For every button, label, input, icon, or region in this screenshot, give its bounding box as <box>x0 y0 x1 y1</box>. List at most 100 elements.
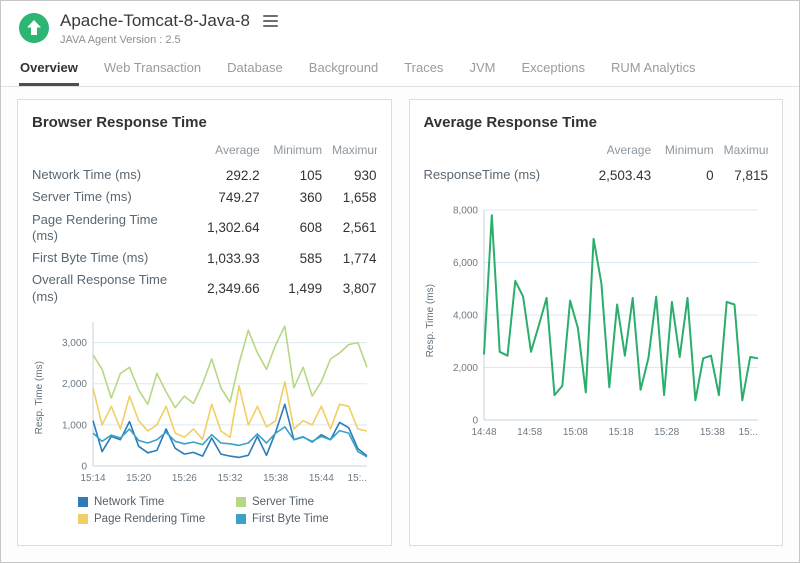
series-responsetime <box>484 216 758 401</box>
metric-label: Network Time (ms) <box>32 164 183 186</box>
series-network-time <box>93 404 367 457</box>
tick-label: 0 <box>472 416 478 427</box>
tick-label: 15:14 <box>80 473 105 484</box>
metric-maximum: 930 <box>322 164 376 186</box>
browser-response-time-chart: 0 1,000 2,000 3,000 15:14 15:20 15:26 15:32 15:3… <box>47 314 377 484</box>
browser-response-time-svg: 0 1,000 2,000 3,000 15:14 15:20 15:26 15:32 15:3… <box>47 314 377 484</box>
app-header: Apache-Tomcat-8-Java-8 JAVA Agent Versio… <box>1 1 799 48</box>
tick-label: 2,000 <box>61 379 86 390</box>
tab-overview[interactable]: Overview <box>19 52 79 86</box>
metric-label: Page Rendering Time (ms) <box>32 209 183 248</box>
panel-title: Average Response Time <box>424 114 769 131</box>
average-response-time-panel: Average Response Time Average Minimum Ma… <box>409 99 784 546</box>
chart-legend: Network Time Server Time Page Rendering Ti… <box>78 496 377 525</box>
legend-item[interactable]: Server Time <box>236 496 377 508</box>
browser-chart-area: Resp. Time (ms) 0 1,000 2,000 3,000 15:14 15:… <box>32 312 377 484</box>
column-header-average: Average <box>575 139 652 164</box>
column-header-minimum: Minimum <box>651 139 713 164</box>
tick-label: 15:28 <box>654 427 679 438</box>
metric-average: 1,033.93 <box>183 247 260 269</box>
browser-response-time-panel: Browser Response Time Average Minimum Ma… <box>17 99 392 546</box>
browser-metrics-table: Average Minimum Maximum Network Time (ms… <box>32 139 377 308</box>
metric-label: Overall Response Time (ms) <box>32 269 183 308</box>
tick-label: 8,000 <box>453 206 478 217</box>
tab-web-transaction[interactable]: Web Transaction <box>103 52 202 86</box>
legend-item[interactable]: First Byte Time <box>236 513 377 525</box>
series-page-rendering-time <box>93 381 367 439</box>
metric-average: 2,349.66 <box>183 269 260 308</box>
tick-label: 14:58 <box>517 427 542 438</box>
tick-label: 15:38 <box>700 427 725 438</box>
tab-background[interactable]: Background <box>308 52 379 86</box>
column-header-average: Average <box>183 139 260 164</box>
average-response-time-chart: 02,0004,0006,0008,00014:4814:5815:0815:1… <box>438 202 768 438</box>
column-header-maximum: Maximum <box>714 139 768 164</box>
tick-label: 15:44 <box>308 473 333 484</box>
tick-label: 14:48 <box>471 427 496 438</box>
page-title: Apache-Tomcat-8-Java-8 <box>60 11 250 31</box>
metric-label: ResponseTime (ms) <box>424 164 575 186</box>
panel-title: Browser Response Time <box>32 114 377 131</box>
tab-traces[interactable]: Traces <box>403 52 444 86</box>
legend-label: First Byte Time <box>252 513 329 525</box>
column-header-maximum: Maximum <box>322 139 376 164</box>
tab-bar: Overview Web Transaction Database Backgr… <box>1 52 799 87</box>
metric-minimum: 105 <box>260 164 322 186</box>
tick-label: 15:26 <box>171 473 196 484</box>
legend-swatch <box>78 497 88 507</box>
tick-label: 0 <box>81 461 87 472</box>
tick-label: 15:20 <box>126 473 151 484</box>
metrics-corner-cell <box>424 139 575 164</box>
tick-label: 15:08 <box>563 427 588 438</box>
tab-database[interactable]: Database <box>226 52 284 86</box>
tick-label: 4,000 <box>453 311 478 322</box>
y-axis-label: Resp. Time (ms) <box>424 202 439 438</box>
metric-average: 2,503.43 <box>575 164 652 186</box>
metric-average: 1,302.64 <box>183 209 260 248</box>
legend-item[interactable]: Network Time <box>78 496 226 508</box>
metric-minimum: 585 <box>260 247 322 269</box>
tick-label: 3,000 <box>61 338 86 349</box>
legend-label: Page Rendering Time <box>94 513 205 525</box>
average-metrics-table: Average Minimum Maximum ResponseTime (ms… <box>424 139 769 186</box>
tick-label: 15:38 <box>263 473 288 484</box>
monitor-status-icon <box>19 13 49 43</box>
metric-minimum: 360 <box>260 186 322 208</box>
legend-item[interactable]: Page Rendering Time <box>78 513 226 525</box>
tick-label: 2,000 <box>453 363 478 374</box>
tab-jvm[interactable]: JVM <box>468 52 496 86</box>
tick-label: 1,000 <box>61 420 86 431</box>
column-header-minimum: Minimum <box>260 139 322 164</box>
average-chart-area: Resp. Time (ms) 02,0004,0006,0008,00014:… <box>424 202 769 438</box>
metric-maximum: 2,561 <box>322 209 376 248</box>
legend-label: Network Time <box>94 496 164 508</box>
legend-swatch <box>236 497 246 507</box>
legend-swatch <box>78 514 88 524</box>
series-server-time <box>93 326 367 408</box>
tick-label: 15:.. <box>347 473 366 484</box>
tick-label: 15:32 <box>217 473 242 484</box>
table-row: ResponseTime (ms) 2,503.43 0 7,815 <box>424 164 769 186</box>
tab-exceptions[interactable]: Exceptions <box>520 52 586 86</box>
legend-swatch <box>236 514 246 524</box>
table-row: Server Time (ms) 749.27 360 1,658 <box>32 186 377 208</box>
metric-minimum: 608 <box>260 209 322 248</box>
y-axis-label: Resp. Time (ms) <box>32 312 47 484</box>
metric-average: 749.27 <box>183 186 260 208</box>
metric-label: First Byte Time (ms) <box>32 247 183 269</box>
metric-minimum: 1,499 <box>260 269 322 308</box>
table-row: Network Time (ms) 292.2 105 930 <box>32 164 377 186</box>
tick-label: 15:.. <box>739 427 758 438</box>
legend-label: Server Time <box>252 496 314 508</box>
metric-average: 292.2 <box>183 164 260 186</box>
metric-label: Server Time (ms) <box>32 186 183 208</box>
metrics-corner-cell <box>32 139 183 164</box>
table-row: Page Rendering Time (ms) 1,302.64 608 2,… <box>32 209 377 248</box>
dashboard-content: Browser Response Time Average Minimum Ma… <box>1 87 799 562</box>
tick-label: 15:18 <box>608 427 633 438</box>
tab-rum-analytics[interactable]: RUM Analytics <box>610 52 697 86</box>
metric-maximum: 7,815 <box>714 164 768 186</box>
metric-maximum: 3,807 <box>322 269 376 308</box>
hamburger-menu-icon[interactable] <box>262 12 279 30</box>
table-row: First Byte Time (ms) 1,033.93 585 1,774 <box>32 247 377 269</box>
